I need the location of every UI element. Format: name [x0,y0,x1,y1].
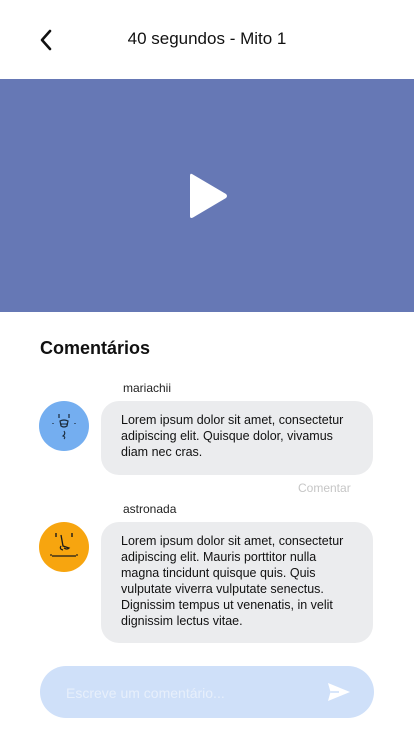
play-button[interactable] [186,170,230,222]
avatar-face-icon [50,533,78,557]
header: 40 segundos - Mito 1 [0,0,414,79]
page-title: 40 segundos - Mito 1 [127,29,287,48]
comment-bubble: Lorem ipsum dolor sit amet, consectetur … [101,522,373,643]
comment-username: astronada [123,502,177,516]
comment-composer [40,666,374,720]
play-icon [190,173,227,218]
send-button[interactable] [326,681,352,703]
comment-link[interactable]: Comentar [298,481,351,495]
avatar-face-icon [52,414,76,440]
avatar[interactable] [39,522,89,572]
avatar[interactable] [39,401,89,451]
comment-input[interactable] [64,666,318,720]
comment-username: mariachii [123,381,172,395]
comment-bubble: Lorem ipsum dolor sit amet, consectetur … [101,401,373,475]
send-icon [328,683,350,701]
comments-title: Comentários [40,338,151,358]
